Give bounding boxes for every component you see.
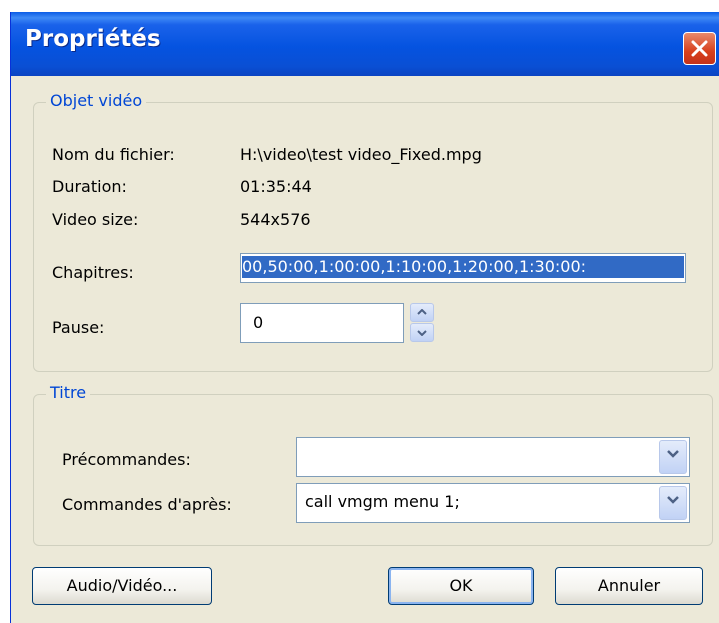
precommands-combo[interactable] xyxy=(296,437,690,477)
close-button[interactable] xyxy=(683,32,716,65)
postcommands-dropdown-button[interactable] xyxy=(659,486,687,520)
dialog-title: Propriétés xyxy=(25,26,161,52)
audio-video-button[interactable]: Audio/Vidéo... xyxy=(32,567,212,605)
video-size-label: Video size: xyxy=(52,210,139,229)
filename-value: H:\video\test video_Fixed.mpg xyxy=(240,145,482,164)
spinner-up-button[interactable] xyxy=(410,303,434,322)
precommands-label: Précommandes: xyxy=(62,450,191,469)
video-size-value: 544x576 xyxy=(240,210,311,229)
postcommands-value: call vmgm menu 1; xyxy=(305,492,460,511)
arrow-up-icon xyxy=(417,309,427,315)
precommands-dropdown-button[interactable] xyxy=(659,440,687,474)
chapters-input[interactable]: :00,50:00,1:00:00,1:10:00,1:20:00,1:30:0… xyxy=(240,253,686,283)
spinner-down-button[interactable] xyxy=(410,323,434,342)
video-object-group: Objet vidéo Nom du fichier: H:\video\tes… xyxy=(33,91,713,372)
chevron-down-icon xyxy=(667,496,679,504)
pause-input-value: 0 xyxy=(253,313,264,332)
filename-label: Nom du fichier: xyxy=(52,145,175,164)
arrow-down-icon xyxy=(417,330,427,336)
chapters-label: Chapitres: xyxy=(52,263,134,282)
title-legend: Titre xyxy=(46,383,91,402)
pause-label: Pause: xyxy=(52,318,105,337)
pause-input[interactable]: 0 xyxy=(240,303,404,343)
properties-dialog: Propriétés Objet vidéo Nom du fichier: H… xyxy=(10,12,719,623)
ok-button[interactable]: OK xyxy=(388,567,534,605)
duration-value: 01:35:44 xyxy=(240,177,312,196)
postcommands-label: Commandes d'après: xyxy=(62,495,232,514)
title-bar[interactable]: Propriétés xyxy=(11,12,719,76)
video-object-legend: Objet vidéo xyxy=(46,91,147,110)
duration-label: Duration: xyxy=(52,177,127,196)
pause-spinner[interactable] xyxy=(410,303,434,343)
title-group: Titre Précommandes: Commandes d'après: c… xyxy=(33,383,713,546)
postcommands-combo[interactable]: call vmgm menu 1; xyxy=(296,483,690,523)
cancel-button[interactable]: Annuler xyxy=(555,567,703,605)
chapters-input-value: :00,50:00,1:00:00,1:10:00,1:20:00,1:30:0… xyxy=(242,256,684,278)
close-icon xyxy=(691,40,708,57)
chevron-down-icon xyxy=(667,450,679,458)
